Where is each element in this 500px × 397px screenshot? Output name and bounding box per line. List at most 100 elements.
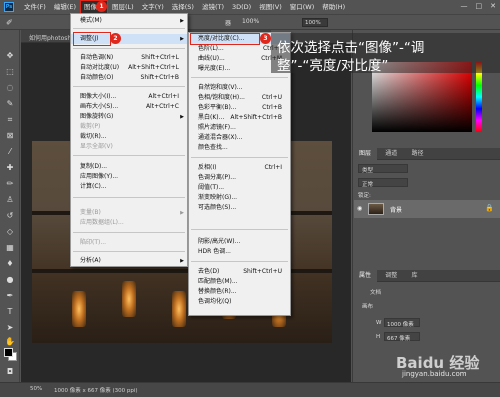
blur-tool-icon[interactable]: ♦ (4, 258, 16, 269)
marquee-tool-icon[interactable]: ⬚ (4, 66, 16, 77)
menu-item-duplicate[interactable]: 复制(D)... (71, 162, 187, 172)
layer-filter-field[interactable]: 类型 (358, 164, 408, 174)
quick-select-tool-icon[interactable]: ✎ (4, 98, 16, 109)
step-badge-1: 1 (96, 1, 107, 12)
instruction-line-2: 整”-“亮度/对比度” (277, 58, 389, 74)
canvas-section-label: 画布 (362, 304, 374, 310)
blend-mode-select[interactable]: 正常 (358, 178, 408, 188)
maximize-icon[interactable]: □ (476, 2, 483, 10)
tab-libraries[interactable]: 库 (406, 270, 424, 282)
menu-item-crop[interactable]: 裁剪(P) (71, 122, 187, 132)
document-label: 文档 (370, 290, 382, 296)
menu-item-photo-filter[interactable]: 照片滤镜(F)... (189, 123, 290, 133)
menu-item-match-color[interactable]: 匹配颜色(M)... (189, 277, 290, 287)
height-label: H (376, 334, 381, 340)
menu-item-calculations[interactable]: 计算(C)... (71, 182, 187, 192)
menu-item-desaturate[interactable]: 去色(D) Shift+Ctrl+U (189, 267, 290, 277)
menu-help[interactable]: 帮助(H) (318, 0, 349, 14)
menu-item-color-balance[interactable]: 色彩平衡(B)... Ctrl+B (189, 103, 290, 113)
instruction-caption: 依次选择点击“图像”-“调 整”-“亮度/对比度” (271, 33, 500, 74)
menu-view[interactable]: 视图(V) (255, 0, 286, 14)
brush-tool-icon[interactable]: ✏ (4, 178, 16, 189)
stamp-tool-icon[interactable]: ♙ (4, 194, 16, 205)
layer-name: 背景 (390, 207, 403, 214)
menu-item-hdr-toning[interactable]: HDR 色调... (189, 247, 290, 257)
tab-layers[interactable]: 图层 (353, 148, 378, 160)
menu-item-auto-tone[interactable]: 自动色调(N) Shift+Ctrl+L (71, 53, 187, 63)
menu-select[interactable]: 选择(S) (168, 0, 198, 14)
menu-item-apply-data-set[interactable]: 应用数据组(L)... (71, 218, 187, 228)
menu-bar: Ps 文件(F) 编辑(E) 图像(I) 图层(L) 文字(Y) 选择(S) 滤… (0, 0, 500, 14)
close-icon[interactable]: ✕ (490, 2, 496, 10)
tab-channels[interactable]: 通道 (379, 148, 403, 160)
menu-type[interactable]: 文字(Y) (138, 0, 168, 14)
menu-item-replace-color[interactable]: 替换颜色(R)... (189, 287, 290, 297)
menu-item-mode[interactable]: 模式(M) ▶ (71, 16, 187, 26)
menu-item-canvas-size[interactable]: 画布大小(S)... Alt+Ctrl+C (71, 102, 187, 112)
menu-item-reveal-all[interactable]: 显示全部(V) (71, 142, 187, 152)
move-tool-icon[interactable]: ✥ (4, 50, 16, 61)
blend-mode-value: 正常 (362, 182, 374, 188)
menu-item-image-rotation[interactable]: 图像旋转(G) ▶ (71, 112, 187, 122)
menu-file[interactable]: 文件(F) (20, 0, 50, 14)
path-select-icon[interactable]: ➤ (4, 322, 16, 333)
gradient-tool-icon[interactable]: ▦ (4, 242, 16, 253)
menu-3d[interactable]: 3D(D) (228, 0, 255, 14)
menu-item-image-size[interactable]: 图像大小(I)... Alt+Ctrl+I (71, 92, 187, 102)
menu-filter[interactable]: 滤镜(T) (198, 0, 228, 14)
menu-item-equalize[interactable]: 色调均化(Q) (189, 297, 290, 307)
minimize-icon[interactable]: — (461, 2, 468, 10)
menu-item-hue-saturation[interactable]: 色相/饱和度(H)... Ctrl+U (189, 93, 290, 103)
type-tool-icon[interactable]: T (4, 306, 16, 317)
menu-item-selective-color[interactable]: 可选颜色(S)... (189, 203, 290, 213)
lock-label: 锁定: (358, 193, 371, 199)
pen-tool-icon[interactable]: ✒ (4, 290, 16, 301)
menu-item-auto-color[interactable]: 自动颜色(O) Shift+Ctrl+B (71, 73, 187, 83)
menu-item-trim[interactable]: 裁切(R)... (71, 132, 187, 142)
menu-item-invert[interactable]: 反相(I) Ctrl+I (189, 163, 290, 173)
menu-item-auto-contrast[interactable]: 自动对比度(U) Alt+Shift+Ctrl+L (71, 63, 187, 73)
menu-item-shadows-highlights[interactable]: 阴影/高光(W)... (189, 237, 290, 247)
layers-panel-tabs: 图层 通道 路径 (353, 148, 500, 160)
tab-properties[interactable]: 属性 (353, 270, 378, 282)
tools-panel: ✥ ⬚ ◌ ✎ ⌗ ⊠ ⁄ ✚ ✏ ♙ ↺ ◇ ▦ ♦ ● ✒ T ➤ ✋ ◘ (0, 30, 20, 382)
image-menu: 模式(M) ▶ 调整(J) ▶ 自动色调(N) Shift+Ctrl+L 自动对比度(… (70, 13, 188, 267)
height-field[interactable]: 667 像素 (384, 332, 420, 342)
eyedropper-tool-icon[interactable]: ⁄ (4, 146, 16, 157)
menu-item-trap[interactable]: 陷印(T)... (71, 238, 187, 248)
menu-item-color-lookup[interactable]: 颜色查找... (189, 143, 290, 153)
quick-mask-icon[interactable]: ◘ (4, 366, 16, 377)
dodge-tool-icon[interactable]: ● (4, 274, 16, 285)
menu-item-channel-mixer[interactable]: 通道混合器(X)... (189, 133, 290, 143)
step-badge-2: 2 (110, 33, 121, 44)
menu-item-posterize[interactable]: 色调分离(P)... (189, 173, 290, 183)
frame-tool-icon[interactable]: ⊠ (4, 130, 16, 141)
tab-adjustments[interactable]: 调整 (379, 270, 403, 282)
menu-item-black-white[interactable]: 黑白(K)... Alt+Shift+Ctrl+B (189, 113, 290, 123)
healing-tool-icon[interactable]: ✚ (4, 162, 16, 173)
menu-item-vibrance[interactable]: 自然饱和度(V)... (189, 83, 290, 93)
menu-item-gradient-map[interactable]: 渐变映射(G)... (189, 193, 290, 203)
visibility-eye-icon[interactable]: ◉ (357, 205, 362, 212)
height-value: 667 像素 (387, 336, 411, 342)
width-field[interactable]: 1000 像素 (384, 318, 420, 328)
zoom-field[interactable]: 100% (302, 18, 328, 27)
lock-icon: 🔒 (485, 204, 494, 212)
menu-item-apply-image[interactable]: 应用图像(Y)... (71, 172, 187, 182)
hand-tool-icon[interactable]: ✋ (4, 336, 16, 347)
menu-window[interactable]: 窗口(W) (286, 0, 319, 14)
tab-paths[interactable]: 路径 (406, 148, 430, 160)
lasso-tool-icon[interactable]: ◌ (4, 82, 16, 93)
history-brush-icon[interactable]: ↺ (4, 210, 16, 221)
layer-row-background[interactable]: ◉ 背景 🔒 (354, 200, 500, 218)
crop-tool-icon[interactable]: ⌗ (4, 114, 16, 125)
eraser-tool-icon[interactable]: ✐ (6, 18, 13, 27)
menu-edit[interactable]: 编辑(E) (50, 0, 80, 14)
eraser-tool-icon[interactable]: ◇ (4, 226, 16, 237)
partial-label: 器 (225, 20, 232, 27)
menu-item-threshold[interactable]: 阈值(T)... (189, 183, 290, 193)
foreground-color-swatch[interactable] (4, 348, 13, 357)
menu-item-analysis[interactable]: 分析(A) ▶ (71, 256, 187, 266)
menu-layer[interactable]: 图层(L) (108, 0, 138, 14)
menu-item-variables[interactable]: 变量(B) ▶ (71, 208, 187, 218)
